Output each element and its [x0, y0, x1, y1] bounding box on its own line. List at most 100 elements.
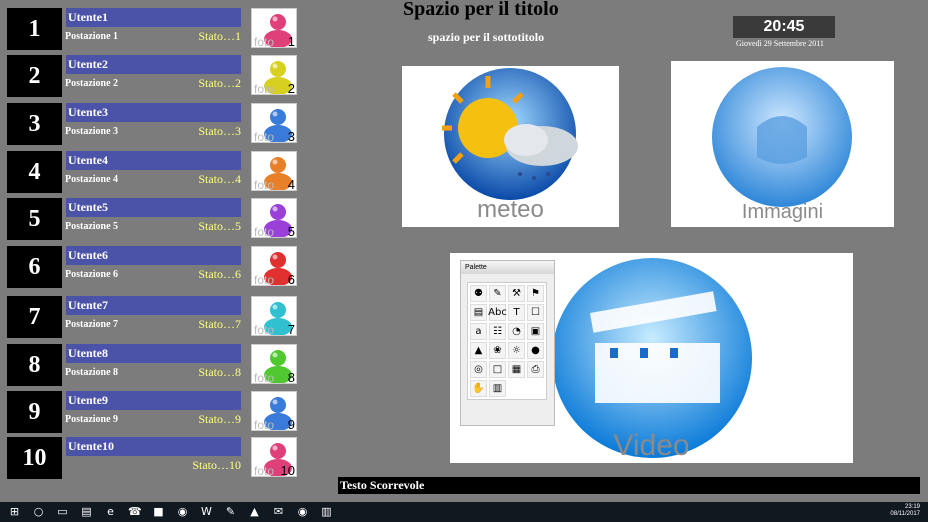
user-status: Stato…9	[198, 412, 241, 426]
whatsapp-icon[interactable]: ☎	[128, 505, 142, 518]
search-icon[interactable]: ○	[32, 505, 45, 518]
user-station: Postazione 6	[65, 269, 119, 280]
palette-tool-button[interactable]: ⚉	[470, 285, 487, 302]
video-label: Video	[613, 429, 690, 462]
tray-time: 23:19	[904, 504, 920, 510]
user-photo[interactable]: foto 9	[251, 391, 297, 431]
app2-icon[interactable]: ▲	[248, 505, 261, 518]
photo-label: foto	[254, 273, 275, 286]
user-photo[interactable]: foto 5	[251, 198, 297, 238]
user-photo[interactable]: foto 8	[251, 344, 297, 384]
photo-number: 10	[280, 463, 295, 477]
photo-label: foto	[254, 225, 275, 238]
explorer-icon[interactable]: ▤	[80, 505, 93, 518]
photo-label: foto	[254, 178, 275, 191]
user-row[interactable]: 9 Utente9 Postazione 9 Stato…9 foto 9	[7, 391, 299, 433]
photo-number: 9	[287, 417, 295, 431]
paint-icon[interactable]: ✎	[224, 505, 237, 518]
meteo-card[interactable]: meteo	[402, 66, 619, 227]
palette-tool-button[interactable]: ◔	[508, 323, 525, 340]
user-photo[interactable]: foto 10	[251, 437, 297, 477]
user-station: Postazione 1	[65, 31, 119, 42]
notepad-icon[interactable]: ▥	[320, 505, 333, 518]
photo-number: 1	[287, 34, 295, 48]
edge-icon[interactable]: e	[104, 505, 117, 518]
palette-tool-button[interactable]: Abc	[488, 304, 507, 321]
meteo-label: meteo	[477, 196, 544, 223]
palette-tool-button[interactable]: ✎	[489, 285, 506, 302]
palette-tool-button[interactable]: ☼	[508, 342, 525, 359]
photo-number: 6	[287, 272, 295, 286]
user-row[interactable]: 8 Utente8 Postazione 8 Stato…8 foto 8	[7, 344, 299, 386]
user-row[interactable]: 4 Utente4 Postazione 4 Stato…4 foto 4	[7, 151, 299, 193]
start-icon[interactable]: ⊞	[8, 505, 21, 518]
palette-tool-button[interactable]: ⚒	[508, 285, 525, 302]
user-photo[interactable]: foto 7	[251, 296, 297, 336]
user-number: 9	[7, 391, 62, 433]
photo-label: foto	[254, 418, 275, 431]
palette-tool-button[interactable]: ⚑	[527, 285, 544, 302]
chrome-icon[interactable]: ◉	[176, 505, 189, 518]
user-row[interactable]: 2 Utente2 Postazione 2 Stato…2 foto 2	[7, 55, 299, 97]
user-row[interactable]: 1 Utente1 Postazione 1 Stato…1 foto 1	[7, 8, 299, 50]
user-name: Utente7	[66, 296, 241, 315]
firefox-icon[interactable]: ◉	[296, 505, 309, 518]
user-photo[interactable]: foto 3	[251, 103, 297, 143]
user-photo[interactable]: foto 1	[251, 8, 297, 48]
palette-title: Palette	[461, 261, 554, 274]
photo-label: foto	[254, 82, 275, 95]
user-number: 7	[7, 296, 62, 338]
user-photo[interactable]: foto 2	[251, 55, 297, 95]
page-subtitle: spazio per il sottotitolo	[428, 30, 545, 44]
user-name: Utente4	[66, 151, 241, 170]
app-icon[interactable]: ■	[152, 505, 165, 518]
user-status: Stato…1	[198, 29, 241, 43]
palette-tool-button[interactable]: ●	[527, 342, 544, 359]
palette-grid: ⚉ ✎ ⚒ ⚑ ▤ Abc T ☐ a ☷ ◔ ▣ ▲ ❀ ☼ ● ◎ □ ▦ ⎙ ✋ ▥	[467, 282, 547, 400]
palette-tool-button[interactable]: a	[470, 323, 487, 340]
palette-tool-button[interactable]: ◎	[470, 361, 487, 378]
word-icon[interactable]: W	[200, 505, 213, 518]
user-number: 4	[7, 151, 62, 193]
user-row[interactable]: 10 Utente10 Stato…10 foto 10	[7, 437, 299, 479]
immagini-label: Immagini	[741, 201, 824, 223]
user-row[interactable]: 6 Utente6 Postazione 6 Stato…6 foto 6	[7, 246, 299, 288]
palette-tool-button[interactable]: ⎙	[527, 361, 544, 378]
user-status: Stato…3	[198, 124, 241, 138]
system-tray-clock[interactable]: 23:19 08/11/2017	[890, 504, 920, 518]
palette-tool-button[interactable]: □	[489, 361, 506, 378]
palette-tool-button[interactable]: ✋	[470, 380, 487, 397]
user-station: Postazione 2	[65, 78, 119, 89]
user-station: Postazione 5	[65, 221, 119, 232]
user-photo[interactable]: foto 6	[251, 246, 297, 286]
palette-tool-button[interactable]: ▥	[489, 380, 506, 397]
user-row[interactable]: 5 Utente5 Postazione 5 Stato…5 foto 5	[7, 198, 299, 240]
user-name: Utente1	[66, 8, 241, 27]
user-name: Utente10	[66, 437, 241, 456]
user-name: Utente6	[66, 246, 241, 265]
photo-label: foto	[254, 35, 275, 48]
palette-tool-button[interactable]: ☷	[489, 323, 506, 340]
user-row[interactable]: 3 Utente3 Postazione 3 Stato…3 foto 3	[7, 103, 299, 145]
palette-tool-button[interactable]: ▤	[470, 304, 487, 321]
scrolling-text: Testo Scorrevole	[338, 477, 920, 494]
date-label: Giovedì 29 Settembre 2011	[736, 39, 824, 48]
user-photo[interactable]: foto 4	[251, 151, 297, 191]
palette-tool-button[interactable]: ❀	[489, 342, 506, 359]
palette-tool-button[interactable]: ▲	[470, 342, 487, 359]
palette-tool-button[interactable]: ▦	[508, 361, 525, 378]
palette-window[interactable]: Palette ⚉ ✎ ⚒ ⚑ ▤ Abc T ☐ a ☷ ◔ ▣ ▲ ❀ ☼ ● ◎ □ ▦ ⎙ ✋ ▥	[460, 260, 555, 426]
photo-number: 2	[287, 81, 295, 95]
user-station: Postazione 9	[65, 414, 119, 425]
user-station: Postazione 4	[65, 174, 119, 185]
immagini-card[interactable]: Immagini	[671, 61, 894, 227]
mail-icon[interactable]: ✉	[272, 505, 285, 518]
user-row[interactable]: 7 Utente7 Postazione 7 Stato…7 foto 7	[7, 296, 299, 338]
user-station: Postazione 8	[65, 367, 119, 378]
palette-tool-button[interactable]: ☐	[527, 304, 544, 321]
user-status: Stato…7	[198, 317, 241, 331]
user-name: Utente3	[66, 103, 241, 122]
palette-tool-button[interactable]: ▣	[527, 323, 544, 340]
task-view-icon[interactable]: ▭	[56, 505, 69, 518]
palette-tool-button[interactable]: T	[508, 304, 525, 321]
